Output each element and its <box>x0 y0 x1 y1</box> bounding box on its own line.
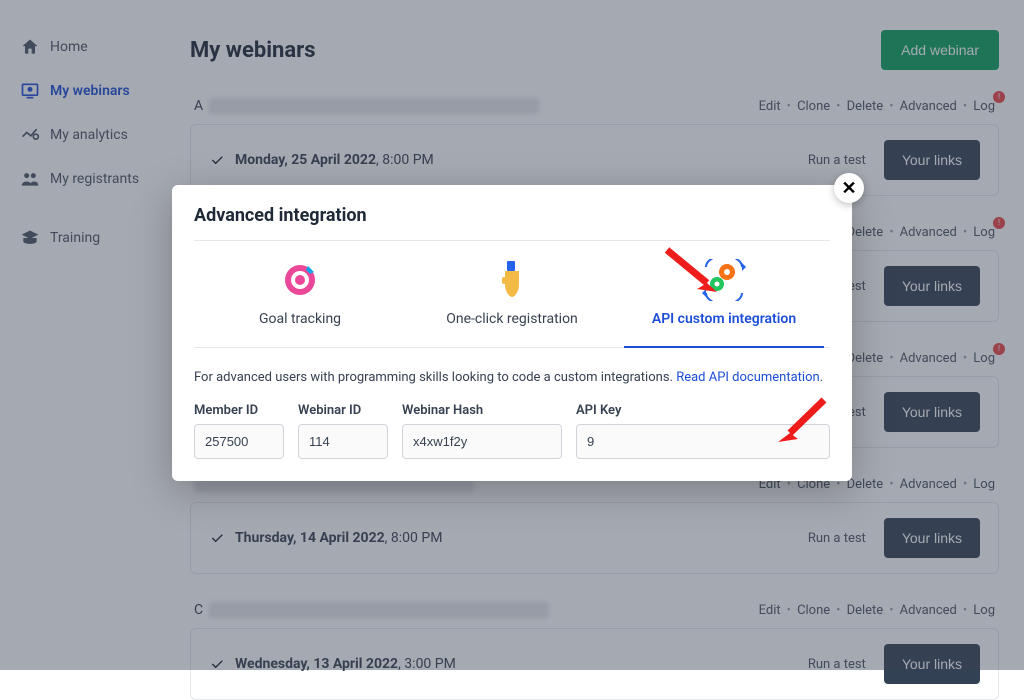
api-doc-link[interactable]: Read API documentation <box>676 370 820 385</box>
modal-title: Advanced integration <box>172 185 852 240</box>
webinar-id-input[interactable] <box>298 424 388 459</box>
close-icon: ✕ <box>841 178 856 199</box>
hand-icon <box>406 259 618 301</box>
modal-overlay: ✕ Advanced integration Goal tracking One… <box>0 0 1024 670</box>
tab-goal-tracking[interactable]: Goal tracking <box>194 259 406 347</box>
modal-description: For advanced users with programming skil… <box>194 370 830 385</box>
tab-api-custom-integration[interactable]: API custom integration <box>618 259 830 347</box>
tab-label: API custom integration <box>618 311 830 327</box>
tab-label: Goal tracking <box>194 311 406 327</box>
webinar-hash-label: Webinar Hash <box>402 403 562 418</box>
api-key-input[interactable] <box>576 424 830 459</box>
close-button[interactable]: ✕ <box>834 173 864 203</box>
member-id-input[interactable] <box>194 424 284 459</box>
webinar-hash-input[interactable] <box>402 424 562 459</box>
webinar-id-label: Webinar ID <box>298 403 388 418</box>
target-icon <box>194 259 406 301</box>
api-key-label: API Key <box>576 403 830 418</box>
member-id-label: Member ID <box>194 403 284 418</box>
gears-icon <box>618 259 830 301</box>
modal-tabs: Goal tracking One-click registration <box>194 241 830 348</box>
advanced-integration-modal: ✕ Advanced integration Goal tracking One… <box>172 185 852 481</box>
tab-label: One-click registration <box>406 311 618 327</box>
tab-one-click-registration[interactable]: One-click registration <box>406 259 618 347</box>
